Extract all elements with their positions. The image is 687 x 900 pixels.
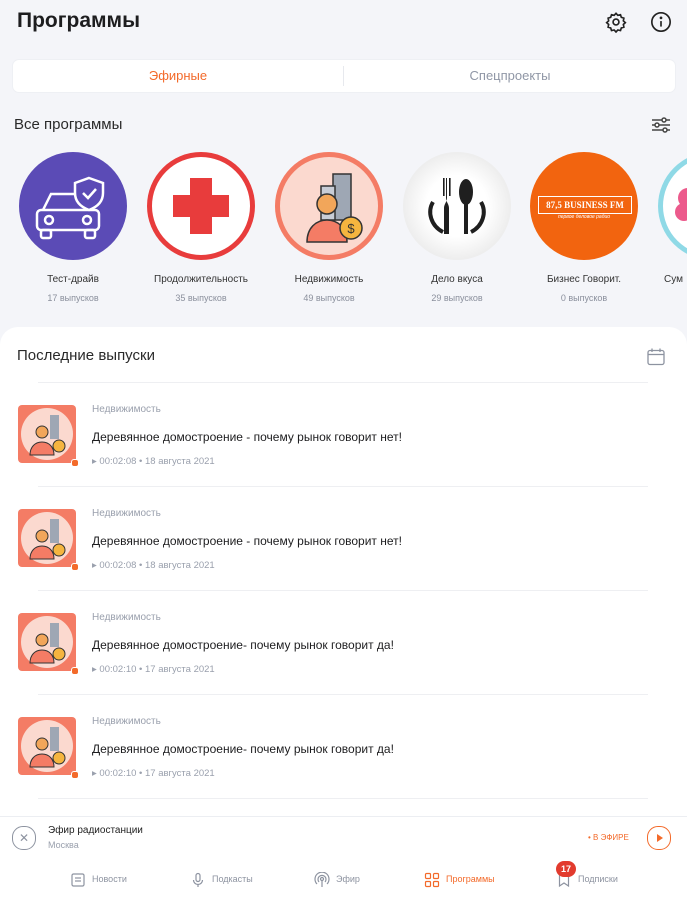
realtor-icon: $ bbox=[275, 152, 383, 260]
episode-title: Деревянное домостроение- почему рынок го… bbox=[92, 638, 394, 652]
program-name: Недвижимость bbox=[294, 274, 364, 285]
tab-special-projects[interactable]: Спецпроекты bbox=[345, 60, 675, 92]
divider bbox=[38, 590, 648, 591]
car-shield-icon bbox=[19, 152, 127, 260]
episode-row[interactable]: Недвижимость Деревянное домостроение - п… bbox=[0, 394, 687, 494]
episode-row[interactable]: Недвижимость Деревянное домостроение- по… bbox=[0, 706, 687, 806]
episode-duration: 00:02:08 bbox=[99, 560, 137, 571]
program-episode-count: 29 выпусков bbox=[431, 293, 483, 303]
nav-label: Новости bbox=[92, 874, 127, 884]
divider bbox=[38, 382, 648, 383]
programs-carousel: Тест-драйв 17 выпусков Продолжительность… bbox=[0, 152, 687, 322]
episode-date: 18 августа 2021 bbox=[145, 456, 215, 467]
close-icon[interactable]: ✕ bbox=[12, 826, 36, 850]
bottom-navigation: Новости Подкасты Эфир Программы Подписки bbox=[0, 858, 687, 900]
divider bbox=[38, 798, 648, 799]
calendar-icon[interactable] bbox=[646, 347, 666, 367]
episode-category: Недвижимость bbox=[92, 404, 161, 415]
business-fm-logo-text: 87,5 BUSINESS FM bbox=[538, 196, 632, 214]
nav-label: Подкасты bbox=[212, 874, 253, 884]
business-fm-tagline: первое деловое радио bbox=[557, 214, 611, 220]
microphone-icon bbox=[192, 872, 204, 887]
all-programs-heading: Все программы bbox=[14, 116, 123, 133]
episode-meta: ▸ 00:02:08 • 18 августа 2021 bbox=[92, 560, 215, 571]
episode-category: Недвижимость bbox=[92, 508, 161, 519]
episode-row[interactable]: Недвижимость Деревянное домостроение- по… bbox=[0, 602, 687, 702]
unplayed-dot bbox=[71, 667, 79, 675]
tab-air-programs[interactable]: Эфирные bbox=[13, 60, 343, 92]
unplayed-dot bbox=[71, 563, 79, 571]
program-name: Дело вкуса bbox=[431, 274, 483, 285]
program-episode-count: 35 выпусков bbox=[175, 293, 227, 303]
episode-duration: 00:02:10 bbox=[99, 768, 137, 779]
filter-icon[interactable] bbox=[650, 115, 672, 135]
episode-row[interactable]: Недвижимость Деревянное домостроение - п… bbox=[0, 498, 687, 598]
episode-thumbnail bbox=[18, 613, 76, 671]
program-card-real-estate[interactable]: $ Недвижимость 49 выпусков bbox=[265, 152, 393, 303]
episode-meta: ▸ 00:02:10 • 17 августа 2021 bbox=[92, 664, 215, 675]
latest-episodes-panel: Последние выпуски Недвижимость Деревянно… bbox=[0, 327, 687, 817]
program-episode-count: 0 выпусков bbox=[560, 293, 608, 303]
fork-spoon-icon bbox=[403, 152, 511, 260]
episode-title: Деревянное домостроение - почему рынок г… bbox=[92, 430, 402, 444]
divider bbox=[38, 486, 648, 487]
nav-item-podcasts[interactable]: Подкасты bbox=[190, 868, 253, 890]
mini-player: ✕ Эфир радиостанции Москва • В ЭФИРЕ bbox=[0, 816, 687, 859]
nav-item-programs[interactable]: Программы bbox=[424, 868, 495, 890]
program-name: Тест-драйв bbox=[47, 274, 99, 285]
player-subtitle: Москва bbox=[48, 840, 79, 850]
nav-label: Программы bbox=[446, 874, 495, 884]
episode-title: Деревянное домостроение- почему рынок го… bbox=[92, 742, 394, 756]
medical-cross-icon bbox=[147, 152, 255, 260]
program-card-taste[interactable]: Дело вкуса 29 выпусков bbox=[393, 152, 521, 303]
program-card-test-drive[interactable]: Тест-драйв 17 выпусков bbox=[9, 152, 137, 303]
episode-date: 18 августа 2021 bbox=[145, 560, 215, 571]
tab-divider bbox=[343, 66, 344, 86]
program-name: Продолжительность bbox=[154, 274, 248, 285]
episode-thumbnail bbox=[18, 405, 76, 463]
nav-item-news[interactable]: Новости bbox=[70, 868, 127, 890]
episode-date: 17 августа 2021 bbox=[145, 768, 215, 779]
episode-meta: ▸ 00:02:08 • 18 августа 2021 bbox=[92, 456, 215, 467]
episode-thumbnail bbox=[18, 717, 76, 775]
play-button[interactable] bbox=[647, 826, 671, 850]
gear-icon[interactable] bbox=[605, 11, 627, 33]
divider bbox=[38, 694, 648, 695]
nav-label: Подписки bbox=[578, 874, 618, 884]
latest-episodes-heading: Последние выпуски bbox=[17, 347, 155, 364]
program-name: Бизнес Говорит. bbox=[546, 274, 622, 285]
player-title: Эфир радиостанции bbox=[48, 825, 143, 836]
header: Программы bbox=[0, 0, 687, 48]
program-tabs: Эфирные Спецпроекты bbox=[13, 60, 675, 92]
episode-duration: 00:02:10 bbox=[99, 664, 137, 675]
program-card-business[interactable]: 87,5 BUSINESS FM первое деловое радио Би… bbox=[520, 152, 648, 303]
business-fm-logo: 87,5 BUSINESS FM первое деловое радио bbox=[530, 152, 638, 260]
episode-duration: 00:02:08 bbox=[99, 456, 137, 467]
program-card-duration[interactable]: Продолжительность 35 выпусков bbox=[137, 152, 265, 303]
live-label: • В ЭФИРЕ bbox=[588, 833, 629, 842]
broadcast-icon bbox=[314, 871, 330, 887]
unplayed-dot bbox=[71, 771, 79, 779]
episode-category: Недвижимость bbox=[92, 612, 161, 623]
news-icon bbox=[71, 873, 85, 887]
play-icon bbox=[657, 834, 663, 842]
unplayed-dot bbox=[71, 459, 79, 467]
episode-meta: ▸ 00:02:10 • 17 августа 2021 bbox=[92, 768, 215, 779]
episode-thumbnail bbox=[18, 509, 76, 567]
svg-text:$: $ bbox=[347, 221, 355, 236]
nav-item-air[interactable]: Эфир bbox=[314, 868, 360, 890]
nav-label: Эфир bbox=[336, 874, 360, 884]
program-card-partial[interactable]: Сум bbox=[648, 152, 687, 285]
episode-date: 17 августа 2021 bbox=[145, 664, 215, 675]
page-title: Программы bbox=[17, 9, 141, 32]
notification-badge: 17 bbox=[556, 861, 576, 877]
program-name: Сум bbox=[664, 274, 683, 285]
info-icon[interactable] bbox=[650, 11, 672, 33]
episode-title: Деревянное домостроение - почему рынок г… bbox=[92, 534, 402, 548]
episode-category: Недвижимость bbox=[92, 716, 161, 727]
grid-icon bbox=[424, 872, 440, 887]
program-episode-count: 49 выпусков bbox=[303, 293, 355, 303]
flower-icon bbox=[658, 152, 687, 260]
program-episode-count: 17 выпусков bbox=[47, 293, 99, 303]
